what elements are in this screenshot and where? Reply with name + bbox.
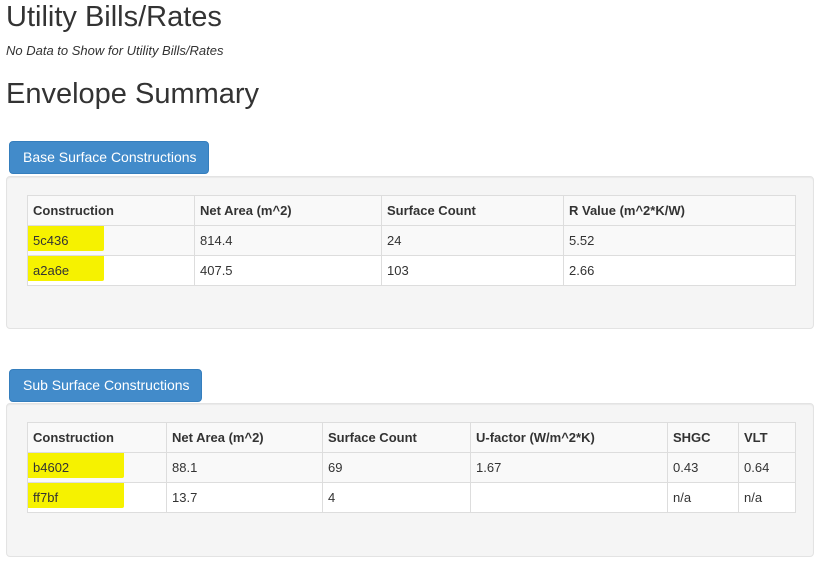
column-header: Surface Count bbox=[381, 195, 564, 226]
envelope-summary-title: Envelope Summary bbox=[6, 78, 260, 110]
sub-surface-constructions-button[interactable]: Sub Surface Constructions bbox=[9, 369, 202, 402]
table-row: a2a6e 407.5 103 2.66 bbox=[27, 255, 796, 286]
construction-cell: b4602 bbox=[27, 452, 167, 483]
surface-count-cell: 4 bbox=[322, 482, 471, 513]
table-row: 5c436 814.4 24 5.52 bbox=[27, 225, 796, 256]
column-header: Construction bbox=[27, 195, 195, 226]
surface-count-cell: 24 bbox=[381, 225, 564, 256]
table-row: b4602 88.1 69 1.67 0.43 0.64 bbox=[27, 452, 796, 483]
column-header: U-factor (W/m^2*K) bbox=[470, 422, 668, 453]
highlighted-construction-name: 5c436 bbox=[33, 233, 69, 248]
shgc-cell: 0.43 bbox=[667, 452, 739, 483]
net-area-cell: 407.5 bbox=[194, 255, 382, 286]
base-surface-panel: Construction Net Area (m^2) Surface Coun… bbox=[6, 176, 814, 329]
sub-surface-table: Construction Net Area (m^2) Surface Coun… bbox=[27, 422, 796, 513]
column-header: R Value (m^2*K/W) bbox=[563, 195, 796, 226]
u-factor-cell: 1.67 bbox=[470, 452, 668, 483]
sub-surface-panel: Construction Net Area (m^2) Surface Coun… bbox=[6, 403, 814, 557]
highlighted-construction-name: a2a6e bbox=[33, 263, 70, 278]
highlighted-construction-name: ff7bf bbox=[33, 490, 59, 505]
column-header: Surface Count bbox=[322, 422, 471, 453]
highlighted-construction-name: b4602 bbox=[33, 460, 70, 475]
construction-cell: ff7bf bbox=[27, 482, 167, 513]
table-row: ff7bf 13.7 4 n/a n/a bbox=[27, 482, 796, 513]
surface-count-cell: 69 bbox=[322, 452, 471, 483]
net-area-cell: 88.1 bbox=[166, 452, 323, 483]
utility-no-data-note: No Data to Show for Utility Bills/Rates bbox=[6, 43, 224, 58]
column-header: Construction bbox=[27, 422, 167, 453]
column-header: Net Area (m^2) bbox=[194, 195, 382, 226]
net-area-cell: 13.7 bbox=[166, 482, 323, 513]
base-surface-table: Construction Net Area (m^2) Surface Coun… bbox=[27, 195, 796, 286]
r-value-cell: 2.66 bbox=[563, 255, 796, 286]
r-value-cell: 5.52 bbox=[563, 225, 796, 256]
base-surface-constructions-button[interactable]: Base Surface Constructions bbox=[9, 141, 209, 174]
net-area-cell: 814.4 bbox=[194, 225, 382, 256]
vlt-cell: n/a bbox=[738, 482, 796, 513]
utility-bills-title: Utility Bills/Rates bbox=[6, 1, 222, 33]
surface-count-cell: 103 bbox=[381, 255, 564, 286]
column-header: Net Area (m^2) bbox=[166, 422, 323, 453]
column-header: SHGC bbox=[667, 422, 739, 453]
vlt-cell: 0.64 bbox=[738, 452, 796, 483]
column-header: VLT bbox=[738, 422, 796, 453]
construction-cell: a2a6e bbox=[27, 255, 195, 286]
u-factor-cell bbox=[470, 482, 668, 513]
construction-cell: 5c436 bbox=[27, 225, 195, 256]
table-header-row: Construction Net Area (m^2) Surface Coun… bbox=[27, 422, 796, 453]
shgc-cell: n/a bbox=[667, 482, 739, 513]
table-header-row: Construction Net Area (m^2) Surface Coun… bbox=[27, 195, 796, 226]
